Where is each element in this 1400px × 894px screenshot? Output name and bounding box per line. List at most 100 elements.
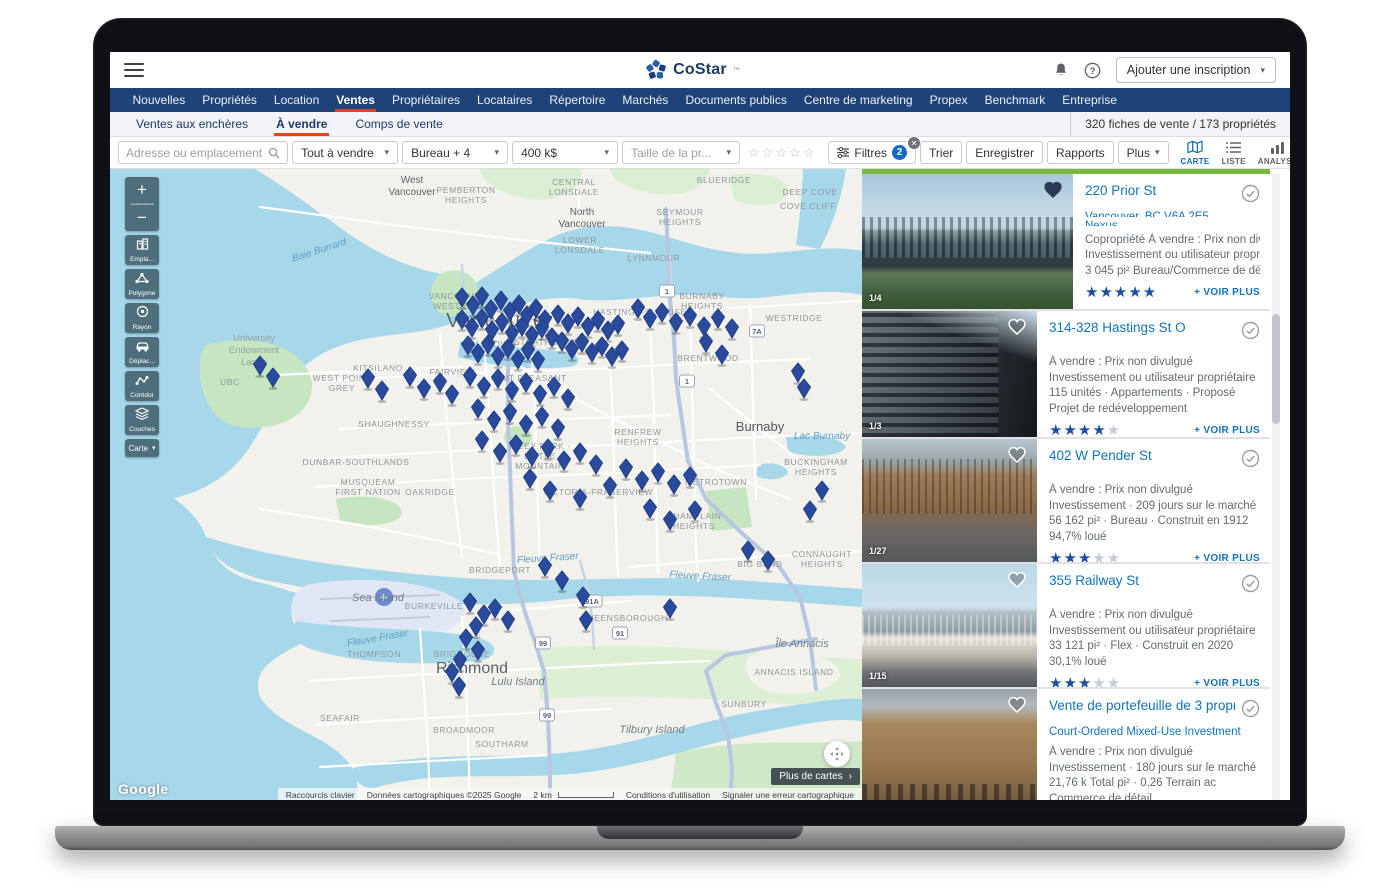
subnav-item-ventes-aux-encheres[interactable]: Ventes aux enchères: [122, 112, 262, 136]
favorite-heart-icon[interactable]: [1007, 445, 1029, 467]
listing-name[interactable]: Nexus: [1085, 220, 1260, 226]
listing-photo[interactable]: 1/4: [862, 174, 1073, 309]
attribution-link-conditions-d-utilisation[interactable]: Conditions d'utilisation: [626, 790, 710, 800]
listing-address[interactable]: Vancouver, BC V6A 2E5: [1085, 211, 1260, 217]
attribution-link-raccourcis-clavier[interactable]: Raccourcis clavier: [286, 790, 355, 800]
map-tool-corridor[interactable]: Corridor: [125, 371, 159, 401]
size-filter-input[interactable]: Taille de la pr... ▾: [622, 141, 740, 164]
listing-title[interactable]: 402 W Pender St: [1049, 448, 1235, 463]
nav-item-documents-publics[interactable]: Documents publics: [677, 88, 795, 112]
listing-photo[interactable]: 1/27: [862, 439, 1037, 562]
voir-plus-link[interactable]: + VOIR PLUS: [1194, 287, 1260, 298]
listing-photo[interactable]: 1/3: [862, 311, 1037, 437]
select-checkbox-icon[interactable]: [1241, 321, 1260, 345]
nav-item-propex[interactable]: Propex: [921, 88, 976, 112]
favorite-heart-icon[interactable]: [1007, 570, 1029, 592]
reports-button[interactable]: Rapports: [1047, 141, 1114, 164]
map-attribution: Raccourcis clavier Données cartographique…: [278, 788, 862, 800]
svg-text:1: 1: [665, 287, 669, 296]
listing-details: 220 Prior StVancouver, BC V6A 2E5NexusCo…: [1073, 174, 1270, 309]
view-toggle-carte[interactable]: CARTE: [1181, 140, 1210, 166]
map-tool-polygone[interactable]: Polygone: [125, 269, 159, 299]
nav-item-marches[interactable]: Marchés: [614, 88, 677, 112]
zoom-in-button[interactable]: +: [125, 177, 159, 203]
costar-logo: CoStar ™: [645, 52, 740, 88]
listing-address[interactable]: Court-Ordered Mixed-Use Investment: [1049, 726, 1260, 738]
attribution-link-donnees-cartographiques-2025-google[interactable]: Données cartographiques ©2025 Google: [367, 790, 522, 800]
favorite-heart-icon[interactable]: [1043, 180, 1065, 202]
map-tool-couches[interactable]: Couches: [125, 405, 159, 435]
select-checkbox-icon[interactable]: [1241, 574, 1260, 598]
notifications-bell-icon[interactable]: [1052, 61, 1070, 79]
filter-dropdown-bureau-4[interactable]: Bureau + 4▾: [402, 141, 508, 164]
nav-item-entreprise[interactable]: Entreprise: [1054, 88, 1126, 112]
attribution-link-2-km[interactable]: 2 km: [533, 790, 551, 800]
listing-title[interactable]: 314-328 Hastings St O: [1049, 320, 1235, 335]
favorite-heart-icon[interactable]: [1007, 695, 1029, 717]
select-checkbox-icon[interactable]: [1241, 699, 1260, 723]
highway-shield: 99: [536, 637, 551, 649]
panel-scrollbar[interactable]: [1272, 174, 1280, 800]
more-button[interactable]: Plus▾: [1118, 141, 1169, 164]
select-checkbox-icon[interactable]: [1241, 184, 1260, 208]
view-toggle-liste[interactable]: LISTE: [1222, 141, 1246, 166]
nav-item-ventes[interactable]: Ventes: [328, 88, 384, 112]
map-label: SEYMOUR: [656, 207, 703, 217]
add-listing-button[interactable]: Ajouter une inscription ▾: [1116, 57, 1276, 83]
select-checkbox-icon[interactable]: [1241, 449, 1260, 473]
basemap-selector-button[interactable]: Carte ▾: [125, 439, 159, 457]
listing-photo[interactable]: [862, 689, 1037, 800]
scrollbar-thumb[interactable]: [1272, 314, 1280, 424]
clear-filters-icon[interactable]: ✕: [907, 136, 921, 150]
nav-item-proprietaires[interactable]: Propriétaires: [383, 88, 468, 112]
star-rating: ★★★★★: [1049, 421, 1121, 437]
attribution-link-signaler-une-erreur-cartographique[interactable]: Signaler une erreur cartographique: [722, 790, 854, 800]
save-button[interactable]: Enregistrer: [966, 141, 1043, 164]
google-logo: Google: [118, 781, 169, 797]
subnav-item-a-vendre[interactable]: À vendre: [262, 112, 341, 136]
listing-photo[interactable]: 1/15: [862, 564, 1037, 687]
search-placeholder: Adresse ou emplacement: [126, 146, 262, 160]
map-label: DEEP COVE: [783, 187, 838, 197]
nav-item-proprietes[interactable]: Propriétés: [194, 88, 266, 112]
zoom-out-button[interactable]: −: [125, 205, 159, 231]
nav-item-benchmark[interactable]: Benchmark: [976, 88, 1054, 112]
map-tool-empla[interactable]: Empla...: [125, 235, 159, 265]
hamburger-menu-icon[interactable]: [124, 63, 144, 77]
view-toggle-label: ANALYSE: [1258, 157, 1290, 166]
filter-dropdown-400-k[interactable]: 400 k$▾: [512, 141, 618, 164]
nav-item-repertoire[interactable]: Répertoire: [541, 88, 614, 112]
filter-dropdown-tout-a-vendre[interactable]: Tout à vendre▾: [292, 141, 398, 164]
search-input[interactable]: Adresse ou emplacement: [118, 141, 288, 164]
subnav-item-comps-de-vente[interactable]: Comps de vente: [341, 112, 456, 136]
pan-control-button[interactable]: [824, 741, 850, 767]
help-icon[interactable]: ?: [1084, 61, 1102, 79]
star-rating: ★★★★★: [1085, 283, 1157, 302]
nav-item-nouvelles[interactable]: Nouvelles: [124, 88, 194, 112]
listing-title[interactable]: Vente de portefeuille de 3 propriétés: [1049, 698, 1235, 713]
filters-button[interactable]: Filtres 2 ✕: [828, 141, 916, 164]
nav-item-location[interactable]: Location: [265, 88, 327, 112]
more-maps-button[interactable]: Plus de cartes ›: [771, 768, 860, 785]
map-tool-rayon[interactable]: Rayon: [125, 303, 159, 333]
voir-plus-link[interactable]: + VOIR PLUS: [1194, 553, 1260, 562]
nav-item-centre-de-marketing[interactable]: Centre de marketing: [795, 88, 921, 112]
photo-counter: 1/15: [869, 671, 887, 681]
voir-plus-link[interactable]: + VOIR PLUS: [1194, 425, 1260, 436]
map-surface[interactable]: ✈ 117A999191A99 WestVancouverPEMBERTONHE…: [110, 169, 862, 800]
listing-detail-line: Projet de redéveloppement: [1049, 402, 1260, 418]
nav-item-locataires[interactable]: Locataires: [469, 88, 541, 112]
map-label: SHAUGHNESSY: [358, 419, 430, 429]
map-label: HEIGHTS: [795, 467, 837, 477]
sort-button[interactable]: Trier: [920, 141, 962, 164]
chevron-down-icon: ▾: [1155, 147, 1160, 158]
listing-details: Vente de portefeuille de 3 propriétés Cou…: [1037, 689, 1270, 800]
map-label: BROADMOOR: [433, 725, 495, 735]
map-tool-deplac[interactable]: Déplac...: [125, 337, 159, 367]
voir-plus-link[interactable]: + VOIR PLUS: [1194, 678, 1260, 687]
rating-filter-stars[interactable]: ☆☆☆☆☆: [748, 145, 816, 161]
listing-title[interactable]: 220 Prior St: [1085, 183, 1235, 198]
favorite-heart-icon[interactable]: [1007, 317, 1029, 339]
view-toggle-analyse[interactable]: ANALYSE: [1258, 141, 1290, 166]
listing-title[interactable]: 355 Railway St: [1049, 573, 1235, 588]
